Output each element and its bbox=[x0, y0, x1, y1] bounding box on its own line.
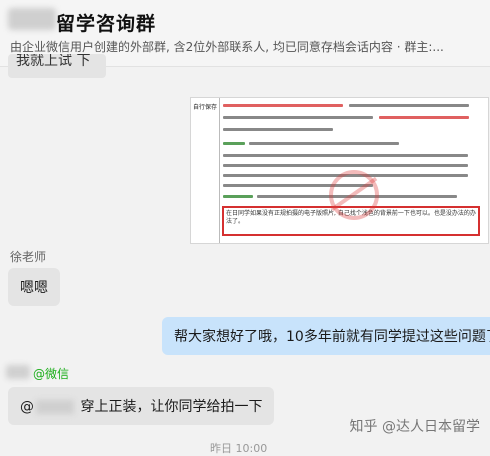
wechat-sender-tag: @微信 bbox=[33, 367, 70, 381]
doc-left-label: 自行保存 bbox=[193, 104, 218, 111]
doc-left-column: 自行保存 bbox=[191, 98, 220, 243]
message-bubble[interactable]: @ 穿上正装，让你同学给拍一下 bbox=[8, 387, 275, 425]
self-message-bubble[interactable]: 帮大家想好了哦，10多年前就有同学提过这些问题了 bbox=[162, 317, 490, 355]
doc-line bbox=[349, 104, 469, 107]
doc-line bbox=[379, 116, 469, 119]
stamp-watermark-icon bbox=[329, 170, 379, 220]
doc-line bbox=[223, 104, 343, 107]
time-divider: 昨日 10:00 bbox=[210, 442, 268, 455]
doc-line bbox=[223, 128, 333, 131]
sender-name: 徐老师 bbox=[10, 250, 47, 264]
mention-at: @ bbox=[20, 399, 34, 415]
blurred-sender-name bbox=[6, 365, 30, 379]
blurred-mention bbox=[36, 400, 74, 414]
doc-line bbox=[223, 116, 373, 119]
document-image-message[interactable]: 自行保存 在日同学如果没有正规拍摄的电子版照片, 自己找个浅色的背景前一下也可以… bbox=[190, 97, 489, 244]
group-subtitle: 由企业微信用户创建的外部群, 含2位外部联系人, 均已同意存档会话内容 · 群主… bbox=[10, 40, 444, 54]
partial-message-bubble[interactable]: 我就上试 下 bbox=[8, 54, 106, 78]
doc-line bbox=[249, 142, 399, 145]
zhihu-watermark: 知乎 @达人日本留学 bbox=[349, 419, 480, 435]
doc-line bbox=[223, 154, 468, 157]
message-bubble[interactable]: 嗯嗯 bbox=[8, 268, 60, 306]
blurred-group-name bbox=[8, 8, 56, 30]
doc-line bbox=[223, 142, 245, 145]
doc-line bbox=[223, 164, 468, 167]
group-title[interactable]: 留学咨询群 bbox=[56, 9, 156, 36]
doc-line bbox=[223, 195, 253, 198]
message-text: 穿上正装，让你同学给拍一下 bbox=[80, 399, 263, 415]
partial-message-text: 我就上试 下 bbox=[16, 54, 91, 69]
